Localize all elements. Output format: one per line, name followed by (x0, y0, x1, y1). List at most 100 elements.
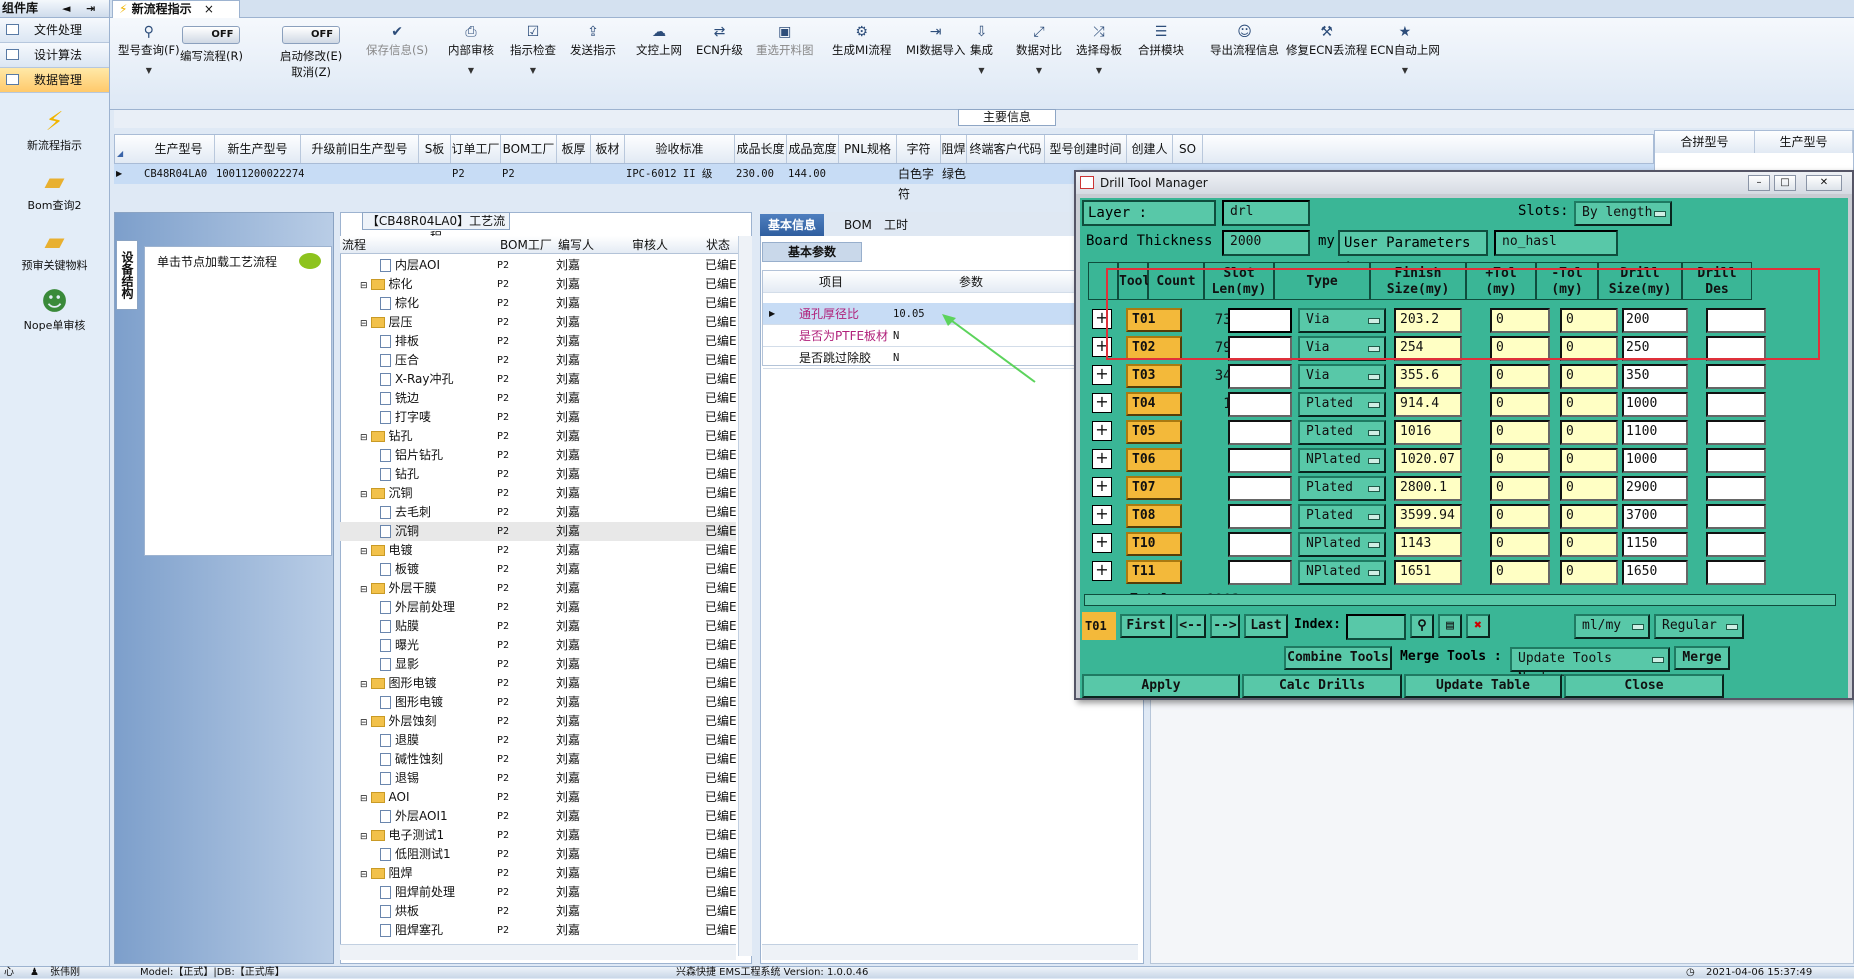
tree-row[interactable]: ⊟ 棕化 P2 刘嘉 已编E (340, 275, 736, 294)
drill-size-input[interactable]: 1150 (1622, 532, 1688, 557)
tree-hscrollbar[interactable] (340, 944, 736, 960)
drill-size-input[interactable]: 1650 (1622, 560, 1688, 585)
chevron-down-icon[interactable] (1368, 402, 1380, 408)
tree-row[interactable]: 打字唛 P2 刘嘉 已编E (340, 408, 736, 427)
finish-size-input[interactable]: 3599.94 (1394, 504, 1462, 529)
tool-button[interactable]: T07 (1126, 476, 1182, 500)
collapse-icon[interactable]: ⊟ (360, 433, 368, 443)
finish-size-input[interactable]: 355.6 (1394, 364, 1462, 389)
tool-button[interactable]: T05 (1126, 420, 1182, 444)
first-button[interactable]: First (1120, 614, 1172, 638)
chevron-down-icon[interactable]: ▼ (118, 66, 180, 75)
tree-row[interactable]: 内层AOI P2 刘嘉 已编E (340, 256, 736, 275)
calc-drills-button[interactable]: Calc Drills (1242, 674, 1402, 698)
ribbon-check-icon-button[interactable]: ✔ 保存信息(S) (366, 24, 428, 58)
col-header[interactable]: 板厚 (557, 135, 591, 163)
col-header[interactable]: 合拼型号 (1655, 131, 1755, 153)
collapse-icon[interactable]: ⊟ (360, 718, 368, 728)
ribbon-gear-icon-button[interactable]: ⚙ 生成MI流程 (832, 24, 891, 58)
drill-size-input[interactable]: 350 (1622, 364, 1688, 389)
minus-tol-input[interactable]: 0 (1560, 364, 1618, 389)
param-row[interactable]: 是否跳过除胶 N (763, 347, 1113, 369)
mode-dropdown[interactable]: Regular (1654, 614, 1744, 639)
expand-icon[interactable]: + (1092, 533, 1112, 553)
chevron-down-icon[interactable] (1368, 542, 1380, 548)
finish-size-input[interactable]: 1651 (1394, 560, 1462, 585)
slot-len-input[interactable] (1228, 476, 1292, 501)
ribbon-link-icon-button[interactable]: ⇄ ECN升级 (696, 24, 743, 58)
tree-row[interactable]: 贴膜 P2 刘嘉 已编E (340, 617, 736, 636)
tab-hours[interactable]: 工时 (876, 214, 916, 236)
minus-tol-input[interactable]: 0 (1560, 532, 1618, 557)
chevron-down-icon[interactable] (1726, 624, 1738, 630)
drill-des-input[interactable] (1706, 476, 1766, 501)
plus-tol-input[interactable]: 0 (1490, 364, 1550, 389)
update-table-button[interactable]: Update Table (1404, 674, 1562, 698)
ribbon-import-icon-button[interactable]: ⇥ MI数据导入 (906, 24, 965, 58)
expand-icon[interactable]: + (1092, 365, 1112, 385)
plus-tol-input[interactable]: 0 (1490, 504, 1550, 529)
tile-pre-review[interactable]: ▰ 预审关键物料 (0, 227, 109, 273)
pin-icon[interactable]: ⇥ (86, 0, 95, 17)
chevron-down-icon[interactable] (1652, 657, 1664, 663)
col-header[interactable]: PNL规格 (839, 135, 897, 163)
drill-size-input[interactable]: 1000 (1622, 392, 1688, 417)
ribbon-download-icon-button[interactable]: ⇩ 集成 ▼ (970, 24, 993, 75)
tree-row[interactable]: 阻焊前处理 P2 刘嘉 已编E (340, 883, 736, 902)
collapse-icon[interactable]: ⊟ (360, 585, 368, 595)
slot-len-input[interactable] (1228, 560, 1292, 585)
collapse-icon[interactable]: ◄ (62, 0, 70, 17)
col-header[interactable]: 字符 (897, 135, 941, 163)
col-header[interactable]: BOM工厂 (501, 135, 557, 163)
expand-icon[interactable]: + (1092, 561, 1112, 581)
slot-len-input[interactable] (1228, 392, 1292, 417)
search-icon[interactable]: ⚲ (1410, 614, 1434, 638)
tree-row[interactable]: 曝光 P2 刘嘉 已编E (340, 636, 736, 655)
type-dropdown[interactable]: NPlated (1298, 448, 1386, 473)
tree-row[interactable]: ⊟ AOI P2 刘嘉 已编E (340, 788, 736, 807)
toggle-switch[interactable]: OFF (282, 26, 341, 44)
minus-tol-input[interactable]: 0 (1560, 420, 1618, 445)
chevron-down-icon[interactable] (1654, 211, 1666, 217)
minus-tol-input[interactable]: 0 (1560, 392, 1618, 417)
plus-tol-input[interactable]: 0 (1490, 476, 1550, 501)
tile-bom-query[interactable]: ▰ Bom查询2 (0, 167, 109, 213)
dialog-hscrollbar[interactable] (1084, 594, 1836, 606)
tree-row[interactable]: 外层AOI1 P2 刘嘉 已编E (340, 807, 736, 826)
chevron-down-icon[interactable] (1368, 458, 1380, 464)
tool-button[interactable]: T03 (1126, 364, 1182, 388)
finish-size-input[interactable]: 2800.1 (1394, 476, 1462, 501)
collapse-icon[interactable]: ⊟ (360, 794, 368, 804)
drill-des-input[interactable] (1706, 448, 1766, 473)
chevron-down-icon[interactable]: ▼ (448, 66, 494, 75)
close-icon[interactable]: × (204, 2, 214, 16)
chevron-down-icon[interactable]: ▼ (1370, 66, 1440, 75)
col-header[interactable]: 升级前旧生产型号 (301, 135, 419, 163)
expand-icon[interactable]: + (1092, 449, 1112, 469)
tree-row[interactable]: ⊟ 外层干膜 P2 刘嘉 已编E (340, 579, 736, 598)
expand-icon[interactable]: + (1092, 393, 1112, 413)
plus-tol-input[interactable]: 0 (1490, 532, 1550, 557)
unit-dropdown[interactable]: ml/my (1574, 614, 1650, 639)
plus-tol-input[interactable]: 0 (1490, 448, 1550, 473)
ribbon-cloud-icon-button[interactable]: ☁ 文控上网 (636, 24, 682, 58)
slot-len-input[interactable] (1228, 420, 1292, 445)
col-header[interactable]: 新生产型号 (215, 135, 301, 163)
type-dropdown[interactable]: Plated (1298, 392, 1386, 417)
tree-row[interactable]: 排板 P2 刘嘉 已编E (340, 332, 736, 351)
tab-device-structure[interactable]: 设备结构 (116, 240, 138, 310)
chevron-down-icon[interactable] (1368, 430, 1380, 436)
prev-button[interactable]: <-- (1176, 614, 1206, 638)
col-header[interactable]: BOM工厂 (500, 236, 552, 254)
index-input[interactable] (1346, 614, 1406, 640)
drill-des-input[interactable] (1706, 420, 1766, 445)
drill-size-input[interactable]: 1100 (1622, 420, 1688, 445)
tree-row[interactable]: 阻焊塞孔 P2 刘嘉 已编E (340, 921, 736, 940)
tree-row[interactable]: 显影 P2 刘嘉 已编E (340, 655, 736, 674)
expand-icon[interactable]: + (1092, 477, 1112, 497)
type-dropdown[interactable]: Via (1298, 364, 1386, 389)
chevron-down-icon[interactable] (1368, 514, 1380, 520)
user-params-input[interactable]: no_hasl (1494, 230, 1618, 256)
update-tools-dropdown[interactable]: Update Tools Numbers (1510, 647, 1670, 686)
close-button[interactable]: ✕ (1806, 175, 1842, 191)
